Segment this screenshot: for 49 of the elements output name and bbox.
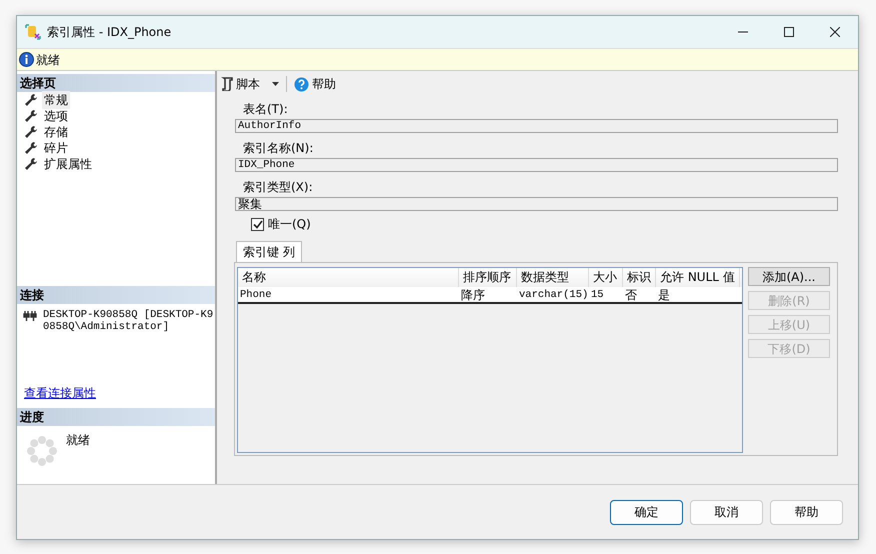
wrench-icon [24,93,38,107]
dialog-button[interactable]: 确定 [610,500,683,524]
scroll-icon [221,77,233,91]
wrench-icon [24,109,38,123]
dialog-button[interactable]: 取消 [690,500,763,524]
table-cell-text: varchar(15) [518,288,589,302]
field-label: 表名(T): [243,101,289,118]
progress-status: 就绪 [66,432,90,449]
readonly-field[interactable]: 聚集 [235,197,838,211]
maximize-icon[interactable] [784,27,794,37]
page-item[interactable]: 扩展属性 [42,155,94,173]
field-label: 索引类型(X): [243,179,314,196]
table-cell-text: 否 [624,287,638,302]
caret-icon[interactable] [272,82,279,86]
table-cell-text: 降序 [460,287,486,302]
toolbar-button[interactable]: 帮助 [294,75,336,93]
page-item[interactable]: 选项 [42,107,70,125]
help-icon [294,76,309,92]
spinner-icon [26,435,58,467]
table-cell-text: Phone [239,288,273,302]
readonly-field[interactable]: AuthorInfo [235,119,838,133]
wrench-icon [24,157,38,171]
table-cell-text: 15 [590,288,605,302]
status-text: 就绪 [36,52,60,68]
page-item[interactable]: 碎片 [42,139,70,157]
field-label: 索引名称(N): [243,140,314,157]
info-icon [19,52,34,67]
index-icon [25,24,41,40]
wrench-icon [24,141,38,155]
tab[interactable]: 索引键 列 [236,241,302,262]
checkmark-icon [252,220,262,228]
section-header: 选择页 [17,74,215,92]
plug-icon [23,309,37,321]
close-icon[interactable] [830,27,840,37]
toolbar-button[interactable]: 脚本 [221,75,260,93]
wrench-icon [24,125,38,139]
section-header: 连接 [17,286,215,304]
page-item[interactable]: 常规 [42,91,70,109]
dialog-button[interactable]: 帮助 [770,500,843,524]
window-title: 索引属性 - IDX_Phone [47,24,172,41]
section-header: 进度 [17,408,215,426]
view-connection-link[interactable]: 查看连接属性 [24,384,96,402]
connection-info: DESKTOP-K90858Q [DESKTOP-K90858Q\Administrator] [43,309,214,335]
checkbox[interactable] [251,218,264,230]
checkbox-label: 唯一(Q) [268,216,311,233]
table-cell-text: 是 [657,287,671,302]
readonly-field[interactable]: IDX_Phone [235,158,838,172]
action-button[interactable]: 添加(A)... [748,267,830,286]
page-item[interactable]: 存储 [42,123,70,141]
